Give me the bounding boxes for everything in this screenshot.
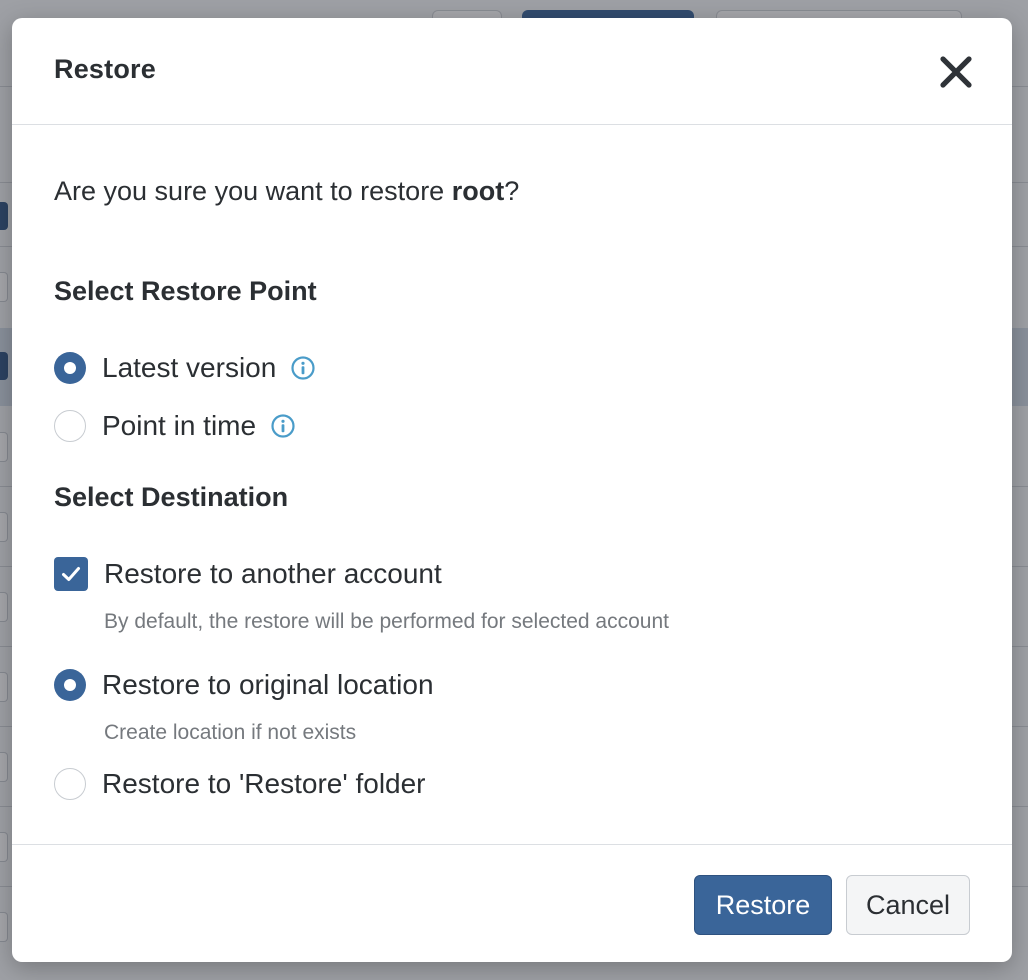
restore-folder-option[interactable]: Restore to 'Restore' folder — [54, 766, 426, 802]
dialog-footer: Restore Cancel — [12, 844, 1012, 962]
latest-version-label: Latest version — [102, 352, 277, 383]
original-location-radio[interactable] — [54, 669, 86, 701]
restore-button[interactable]: Restore — [694, 875, 832, 935]
question-text: Are you sure you want to restore — [54, 176, 452, 206]
dialog-header: Restore — [12, 18, 1012, 125]
info-icon[interactable] — [290, 355, 316, 381]
question-mark: ? — [504, 176, 520, 206]
point-in-time-option[interactable]: Point in time — [54, 408, 296, 444]
another-account-option[interactable]: Restore to another account — [54, 556, 442, 592]
restore-target-name: root — [451, 176, 505, 206]
another-account-label: Restore to another account — [104, 558, 442, 589]
restore-folder-label: Restore to 'Restore' folder — [102, 768, 426, 799]
latest-version-option[interactable]: Latest version — [54, 350, 316, 386]
point-in-time-radio[interactable] — [54, 410, 86, 442]
latest-version-radio[interactable] — [54, 352, 86, 384]
point-in-time-label: Point in time — [102, 410, 257, 441]
info-icon[interactable] — [270, 413, 296, 439]
close-button[interactable] — [938, 54, 974, 90]
checkmark-icon — [62, 567, 80, 581]
original-location-label: Restore to original location — [102, 669, 434, 700]
confirmation-question: Are you sure you want to restore root? — [54, 176, 519, 207]
another-account-hint: By default, the restore will be performe… — [104, 610, 669, 633]
original-location-hint: Create location if not exists — [104, 721, 357, 744]
cancel-button[interactable]: Cancel — [846, 875, 970, 935]
restore-folder-radio[interactable] — [54, 768, 86, 800]
original-location-option[interactable]: Restore to original location — [54, 667, 434, 703]
restore-point-heading: Select Restore Point — [54, 276, 317, 306]
another-account-checkbox[interactable] — [54, 557, 88, 591]
destination-heading: Select Destination — [54, 482, 289, 512]
restore-dialog: Restore Are you sure you want to restore… — [12, 18, 1012, 962]
close-icon — [940, 56, 972, 88]
dialog-title: Restore — [54, 54, 156, 84]
